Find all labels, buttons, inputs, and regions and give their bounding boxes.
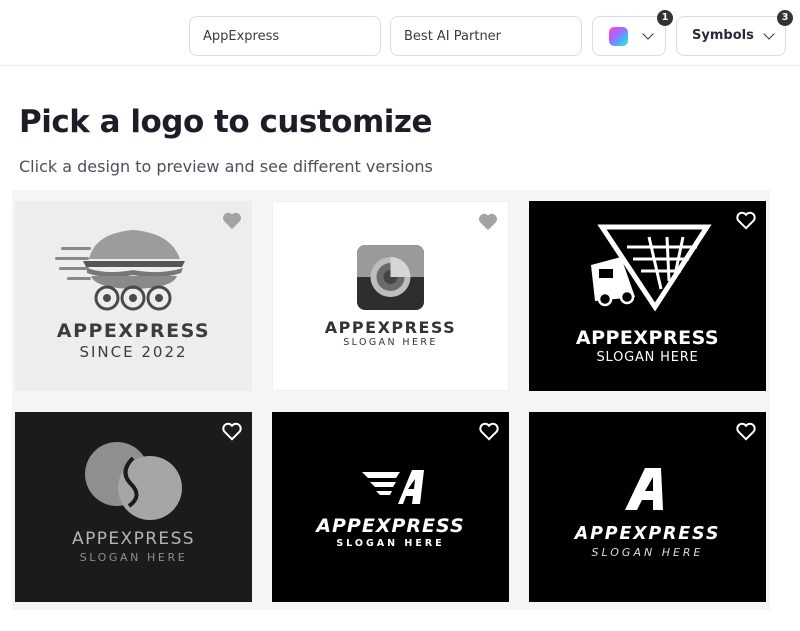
logo-slogan: SLOGAN HERE <box>596 350 699 365</box>
chevron-down-icon <box>763 28 775 40</box>
logo-name: APPEXPRESS <box>324 318 457 337</box>
logo-name: APPEXPRESS <box>575 327 720 349</box>
business-name-input[interactable] <box>203 17 380 55</box>
gradient-swatch-icon <box>609 27 628 46</box>
symbols-filter-dropdown[interactable]: Symbols 3 <box>676 10 793 56</box>
logo-name: APPEXPRESS <box>574 524 721 544</box>
letter-a-icon <box>625 468 663 510</box>
logo-name: APPEXPRESS <box>316 515 465 537</box>
logo-slogan: SLOGAN HERE <box>591 546 704 559</box>
page-title: Pick a logo to customize <box>19 104 432 140</box>
logo-card[interactable]: APPEXPRESS SLOGAN HERE <box>272 412 509 602</box>
slogan-field[interactable] <box>390 16 582 56</box>
heart-icon[interactable] <box>221 421 243 441</box>
logo-slogan: SINCE 2022 <box>79 343 188 361</box>
heart-icon[interactable] <box>735 421 757 441</box>
camera-lens-icon <box>357 245 424 310</box>
heart-icon[interactable] <box>477 211 499 231</box>
logo-card[interactable]: APPEXPRESS SLOGAN HERE <box>529 412 766 602</box>
logo-name: APPEXPRESS <box>72 529 195 549</box>
symbols-filter-count-badge: 3 <box>777 10 793 26</box>
symbols-filter-label: Symbols <box>692 28 754 43</box>
top-filter-bar: 1 Symbols 3 <box>0 0 800 66</box>
overlapping-circles-icon <box>85 442 182 520</box>
winged-a-icon <box>362 470 424 504</box>
chevron-down-icon <box>642 28 654 40</box>
color-filter-dropdown[interactable]: 1 <box>592 10 673 56</box>
logo-slogan: SLOGAN HERE <box>336 538 445 549</box>
logo-slogan: SLOGAN HERE <box>79 551 188 564</box>
logo-card[interactable]: APPEXPRESS SINCE 2022 <box>15 201 252 391</box>
heart-icon[interactable] <box>221 210 243 230</box>
logo-slogan: SLOGAN HERE <box>343 337 438 348</box>
logo-card[interactable]: APPEXPRESS SLOGAN HERE <box>272 201 509 391</box>
business-name-field[interactable] <box>189 16 381 56</box>
burger-wheels-icon <box>55 230 185 311</box>
logo-card[interactable]: APPEXPRESS SLOGAN HERE <box>15 412 252 602</box>
color-filter-count-badge: 1 <box>657 10 673 26</box>
logo-card[interactable]: APPEXPRESS SLOGAN HERE <box>529 201 766 391</box>
slogan-input[interactable] <box>404 17 581 55</box>
page-subtitle: Click a design to preview and see differ… <box>19 157 433 176</box>
heart-icon[interactable] <box>735 210 757 230</box>
logo-name: APPEXPRESS <box>56 320 211 342</box>
heart-icon[interactable] <box>478 421 500 441</box>
